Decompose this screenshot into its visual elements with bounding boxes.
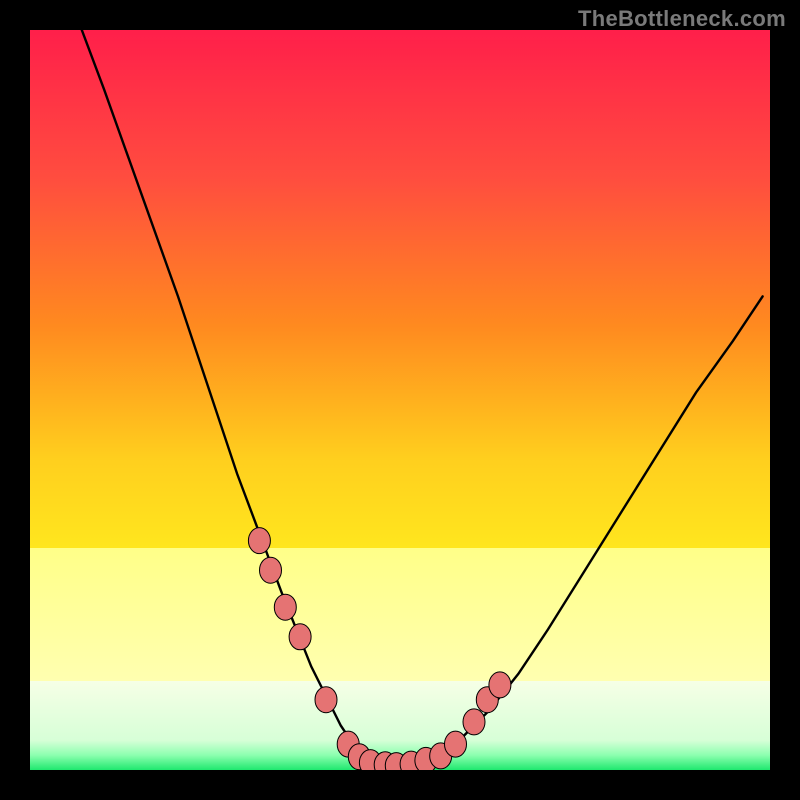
curve-marker	[289, 624, 311, 650]
curve-marker	[274, 594, 296, 620]
chart-frame: TheBottleneck.com	[0, 0, 800, 800]
curve-marker	[463, 709, 485, 735]
curve-marker	[248, 528, 270, 554]
gradient-background	[30, 30, 770, 770]
curve-marker	[260, 557, 282, 583]
curve-marker	[315, 687, 337, 713]
plot-area	[30, 30, 770, 770]
attribution-label: TheBottleneck.com	[578, 6, 786, 32]
curve-marker	[489, 672, 511, 698]
curve-marker	[445, 731, 467, 757]
bottleneck-chart	[30, 30, 770, 770]
